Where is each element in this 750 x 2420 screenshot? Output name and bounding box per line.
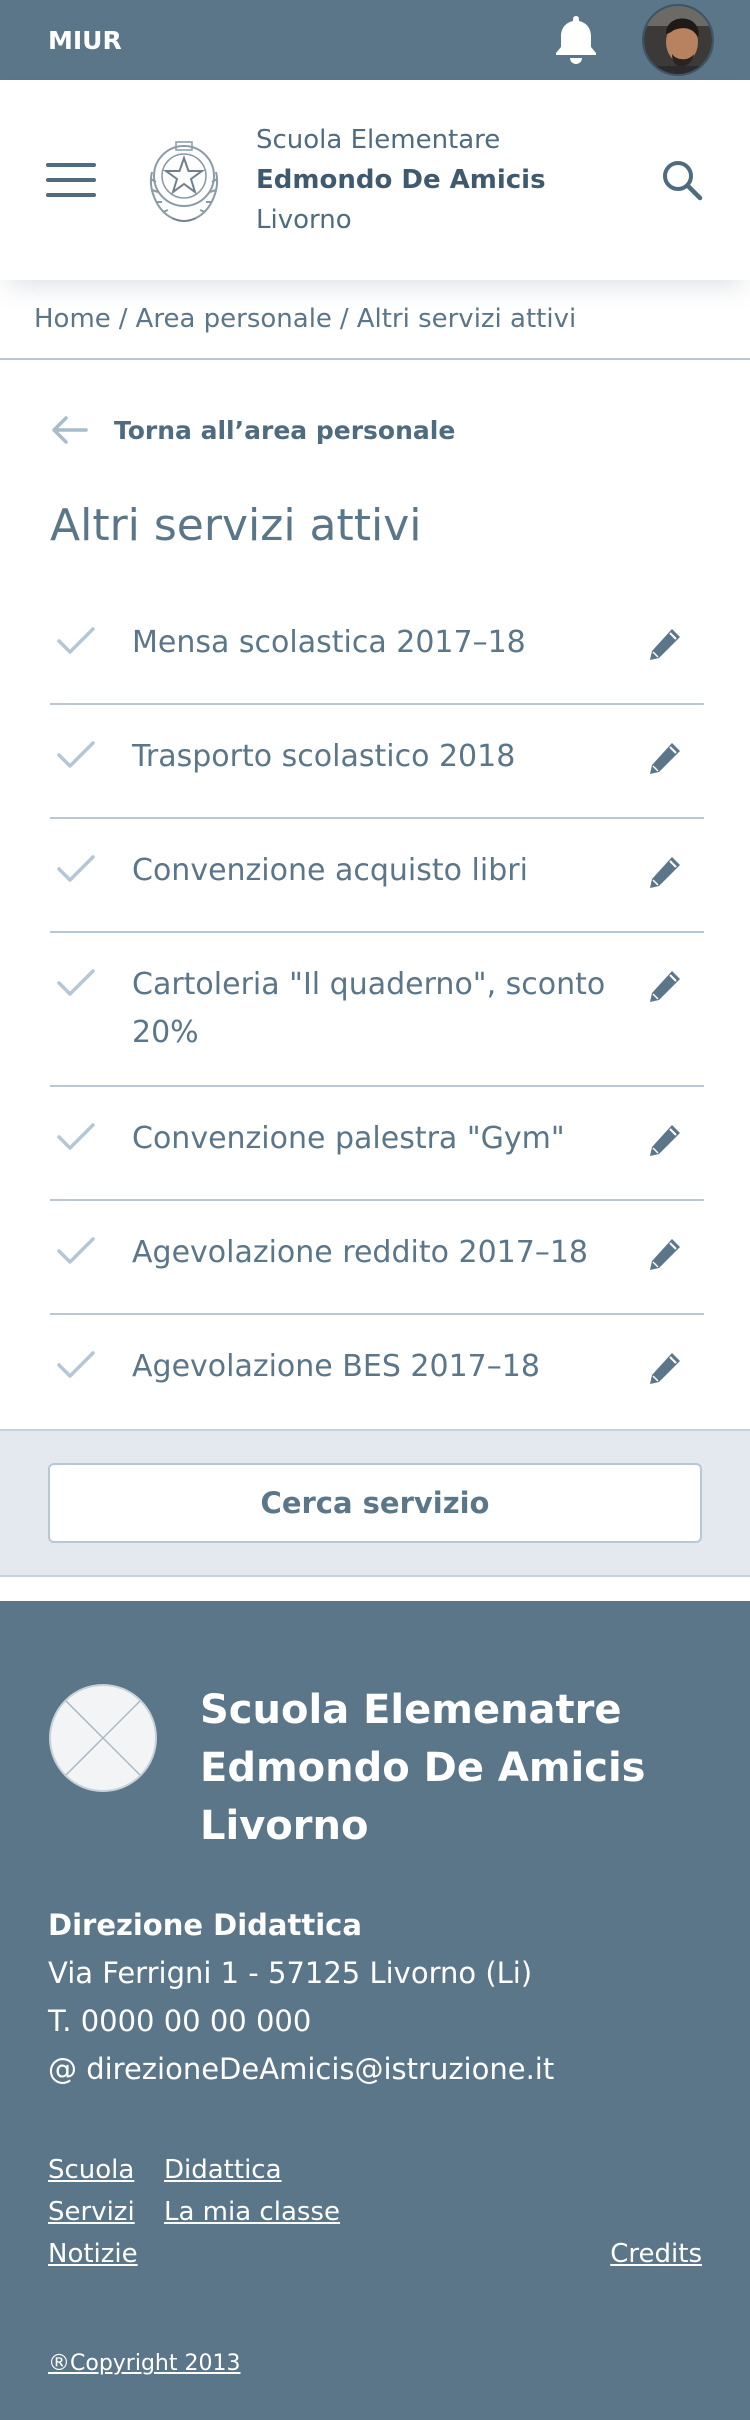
footer-link-servizi[interactable]: Servizi	[48, 2191, 164, 2233]
service-item[interactable]: Agevolazione reddito 2017–18	[50, 1201, 704, 1315]
bell-icon[interactable]	[552, 14, 600, 66]
service-item[interactable]: Cartoleria "Il quaderno", sconto 20%	[50, 933, 704, 1087]
check-icon	[57, 1351, 95, 1378]
footer-title-line: Edmondo De Amicis	[200, 1745, 646, 1791]
check-icon	[57, 969, 95, 996]
service-label: Agevolazione reddito 2017–18	[132, 1235, 589, 1270]
footer-contacts: Direzione Didattica Via Ferrigni 1 - 571…	[48, 1901, 702, 2093]
school-type: Scuola Elementare	[256, 125, 501, 155]
service-label: Convenzione acquisto libri	[132, 853, 528, 888]
hamburger-menu-icon[interactable]	[46, 163, 96, 197]
service-label: Trasporto scolastico 2018	[132, 739, 516, 774]
arrow-left-icon	[52, 416, 88, 444]
footer-brand[interactable]: Scuola Elemenatre Edmondo De Amicis Livo…	[48, 1681, 702, 1855]
footer-link-notizie[interactable]: Notizie	[48, 2233, 164, 2275]
service-item[interactable]: Mensa scolastica 2017–18	[50, 591, 704, 705]
footer-school-name: Scuola Elemenatre Edmondo De Amicis Livo…	[200, 1681, 645, 1855]
pencil-edit-icon[interactable]	[646, 625, 684, 663]
pencil-edit-icon[interactable]	[646, 853, 684, 891]
search-service-band: Cerca servizio	[0, 1429, 750, 1577]
search-service-button[interactable]: Cerca servizio	[48, 1463, 702, 1543]
breadcrumb-separator: /	[118, 304, 128, 334]
italian-republic-emblem-icon[interactable]	[142, 132, 226, 228]
copyright-link[interactable]: ®Copyright 2013	[48, 2351, 240, 2376]
breadcrumb-home[interactable]: Home	[34, 304, 111, 334]
ministry-brand[interactable]: MIUR	[48, 26, 122, 55]
service-label: Cartoleria "Il quaderno", sconto 20%	[132, 967, 606, 1050]
service-item[interactable]: Convenzione acquisto libri	[50, 819, 704, 933]
footer-links: Scuola Didattica Servizi La mia classe N…	[48, 2149, 702, 2275]
pencil-edit-icon[interactable]	[646, 1349, 684, 1387]
service-label: Mensa scolastica 2017–18	[132, 625, 526, 660]
services-list: Mensa scolastica 2017–18 Trasporto scola…	[50, 591, 704, 1429]
search-icon[interactable]	[660, 158, 704, 202]
school-city: Livorno	[256, 205, 352, 235]
service-item[interactable]: Trasporto scolastico 2018	[50, 705, 704, 819]
site-footer: Scuola Elemenatre Edmondo De Amicis Livo…	[0, 1601, 750, 2420]
service-label: Convenzione palestra "Gym"	[132, 1121, 565, 1156]
user-avatar[interactable]	[642, 4, 714, 76]
top-bar: MIUR	[0, 0, 750, 80]
footer-title-line: Livorno	[200, 1803, 369, 1849]
site-header: Scuola Elementare Edmondo De Amicis Livo…	[0, 80, 750, 280]
copyright: ®Copyright 2013	[48, 2351, 240, 2376]
footer-link-didattica[interactable]: Didattica	[164, 2149, 610, 2191]
pencil-edit-icon[interactable]	[646, 739, 684, 777]
footer-direction: Direzione Didattica	[48, 1908, 362, 1942]
check-icon	[57, 627, 95, 654]
footer-address: Via Ferrigni 1 - 57125 Livorno (Li)	[48, 1956, 533, 1990]
logo-placeholder-icon	[49, 1684, 157, 1792]
school-title: Edmondo De Amicis	[256, 165, 546, 195]
back-link[interactable]: Torna all’area personale	[0, 410, 750, 450]
service-label: Agevolazione BES 2017–18	[132, 1349, 540, 1384]
check-icon	[57, 1237, 95, 1264]
footer-link-scuola[interactable]: Scuola	[48, 2149, 164, 2191]
breadcrumb: Home / Area personale / Altri servizi at…	[0, 280, 750, 360]
check-icon	[57, 741, 95, 768]
breadcrumb-separator: /	[339, 304, 349, 334]
footer-link-credits[interactable]: Credits	[610, 2233, 702, 2275]
topbar-actions	[552, 4, 714, 76]
pencil-edit-icon[interactable]	[646, 1121, 684, 1159]
footer-phone: T. 0000 00 00 000	[48, 2004, 312, 2038]
breadcrumb-area-personale[interactable]: Area personale	[136, 304, 332, 334]
service-item[interactable]: Agevolazione BES 2017–18	[50, 1315, 704, 1429]
footer-title-line: Scuola Elemenatre	[200, 1687, 622, 1733]
footer-link-la-mia-classe[interactable]: La mia classe	[164, 2191, 610, 2233]
school-name[interactable]: Scuola Elementare Edmondo De Amicis Livo…	[256, 120, 660, 240]
footer-email[interactable]: @ direzioneDeAmicis@istruzione.it	[48, 2045, 702, 2093]
check-icon	[57, 1123, 95, 1150]
page-title: Altri servizi attivi	[50, 500, 422, 551]
back-link-label: Torna all’area personale	[114, 415, 456, 445]
breadcrumb-current: Altri servizi attivi	[356, 304, 577, 334]
service-item[interactable]: Convenzione palestra "Gym"	[50, 1087, 704, 1201]
pencil-edit-icon[interactable]	[646, 967, 684, 1005]
pencil-edit-icon[interactable]	[646, 1235, 684, 1273]
check-icon	[57, 855, 95, 882]
